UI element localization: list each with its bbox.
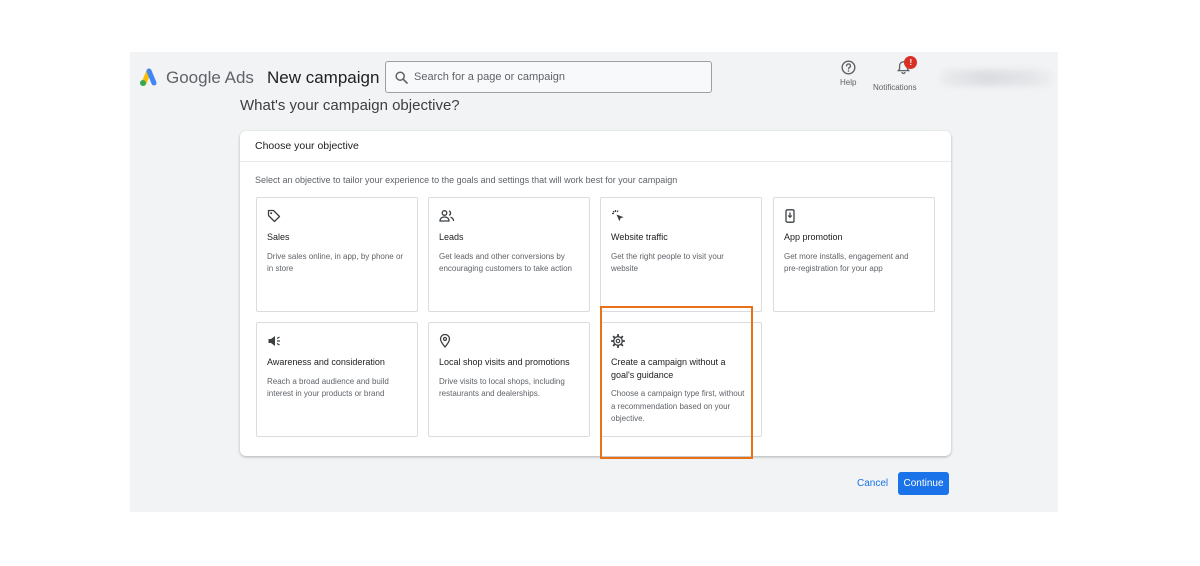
objective-title: Website traffic [611, 232, 668, 242]
objective-description: Reach a broad audience and build interes… [267, 376, 389, 399]
objective-title: Create a campaign without a goal's guida… [611, 357, 726, 380]
notifications-button[interactable]: ! Notifications [873, 56, 918, 92]
notifications-label: Notifications [873, 83, 917, 92]
objective-card: Choose your objective Select an objectiv… [240, 131, 951, 456]
objective-description: Get more installs, engagement and pre-re… [784, 251, 909, 274]
objective-description: Drive sales online, in app, by phone or … [267, 251, 404, 274]
objective-tile-leads[interactable]: Leads Get leads and other conversions by… [428, 197, 590, 312]
objective-tile-app-promotion[interactable]: App promotion Get more installs, engagem… [773, 197, 935, 312]
cancel-button[interactable]: Cancel [857, 478, 888, 489]
objective-tile-no-goal-guidance[interactable]: Create a campaign without a goal's guida… [600, 322, 762, 437]
objective-title: Awareness and consideration [267, 357, 385, 367]
location-pin-icon [439, 334, 451, 348]
megaphone-icon [268, 336, 280, 346]
objective-question: What's your campaign objective? [240, 97, 460, 114]
objective-title: App promotion [784, 232, 843, 242]
objective-title: Local shop visits and promotions [439, 357, 570, 367]
objective-description: Get the right people to visit your websi… [611, 251, 724, 274]
logo-text[interactable]: Google Ads [166, 68, 254, 88]
search-bar[interactable] [385, 61, 712, 93]
objective-description: Get leads and other conversions by encou… [439, 251, 572, 274]
cursor-click-icon [612, 210, 624, 222]
help-label: Help [840, 78, 857, 87]
objective-tile-local-shop-visits[interactable]: Local shop visits and promotions Drive v… [428, 322, 590, 437]
help-button[interactable]: Help [840, 60, 856, 87]
people-icon [439, 210, 455, 222]
page-title: New campaign [267, 68, 380, 87]
google-ads-logo-icon[interactable] [138, 67, 160, 87]
search-icon [395, 70, 408, 84]
continue-button[interactable]: Continue [898, 472, 949, 495]
notification-badge: ! [904, 56, 918, 69]
objective-title: Sales [267, 232, 290, 242]
objective-description: Choose a campaign type first, without a … [611, 389, 745, 423]
notifications-icon-wrap: ! [878, 56, 918, 80]
help-icon [841, 60, 856, 75]
gear-icon [611, 334, 625, 348]
objective-tile-website-traffic[interactable]: Website traffic Get the right people to … [600, 197, 762, 312]
account-info[interactable] [940, 70, 1052, 86]
objective-tile-sales[interactable]: Sales Drive sales online, in app, by pho… [256, 197, 418, 312]
objective-title: Leads [439, 232, 464, 242]
search-input[interactable] [414, 71, 694, 83]
objective-description: Drive visits to local shops, including r… [439, 376, 565, 399]
tag-icon [267, 209, 281, 223]
phone-download-icon [785, 209, 795, 223]
objective-tile-awareness[interactable]: Awareness and consideration Reach a broa… [256, 322, 418, 437]
card-title: Choose your objective [240, 131, 951, 162]
card-subtitle: Select an objective to tailor your exper… [255, 175, 678, 185]
